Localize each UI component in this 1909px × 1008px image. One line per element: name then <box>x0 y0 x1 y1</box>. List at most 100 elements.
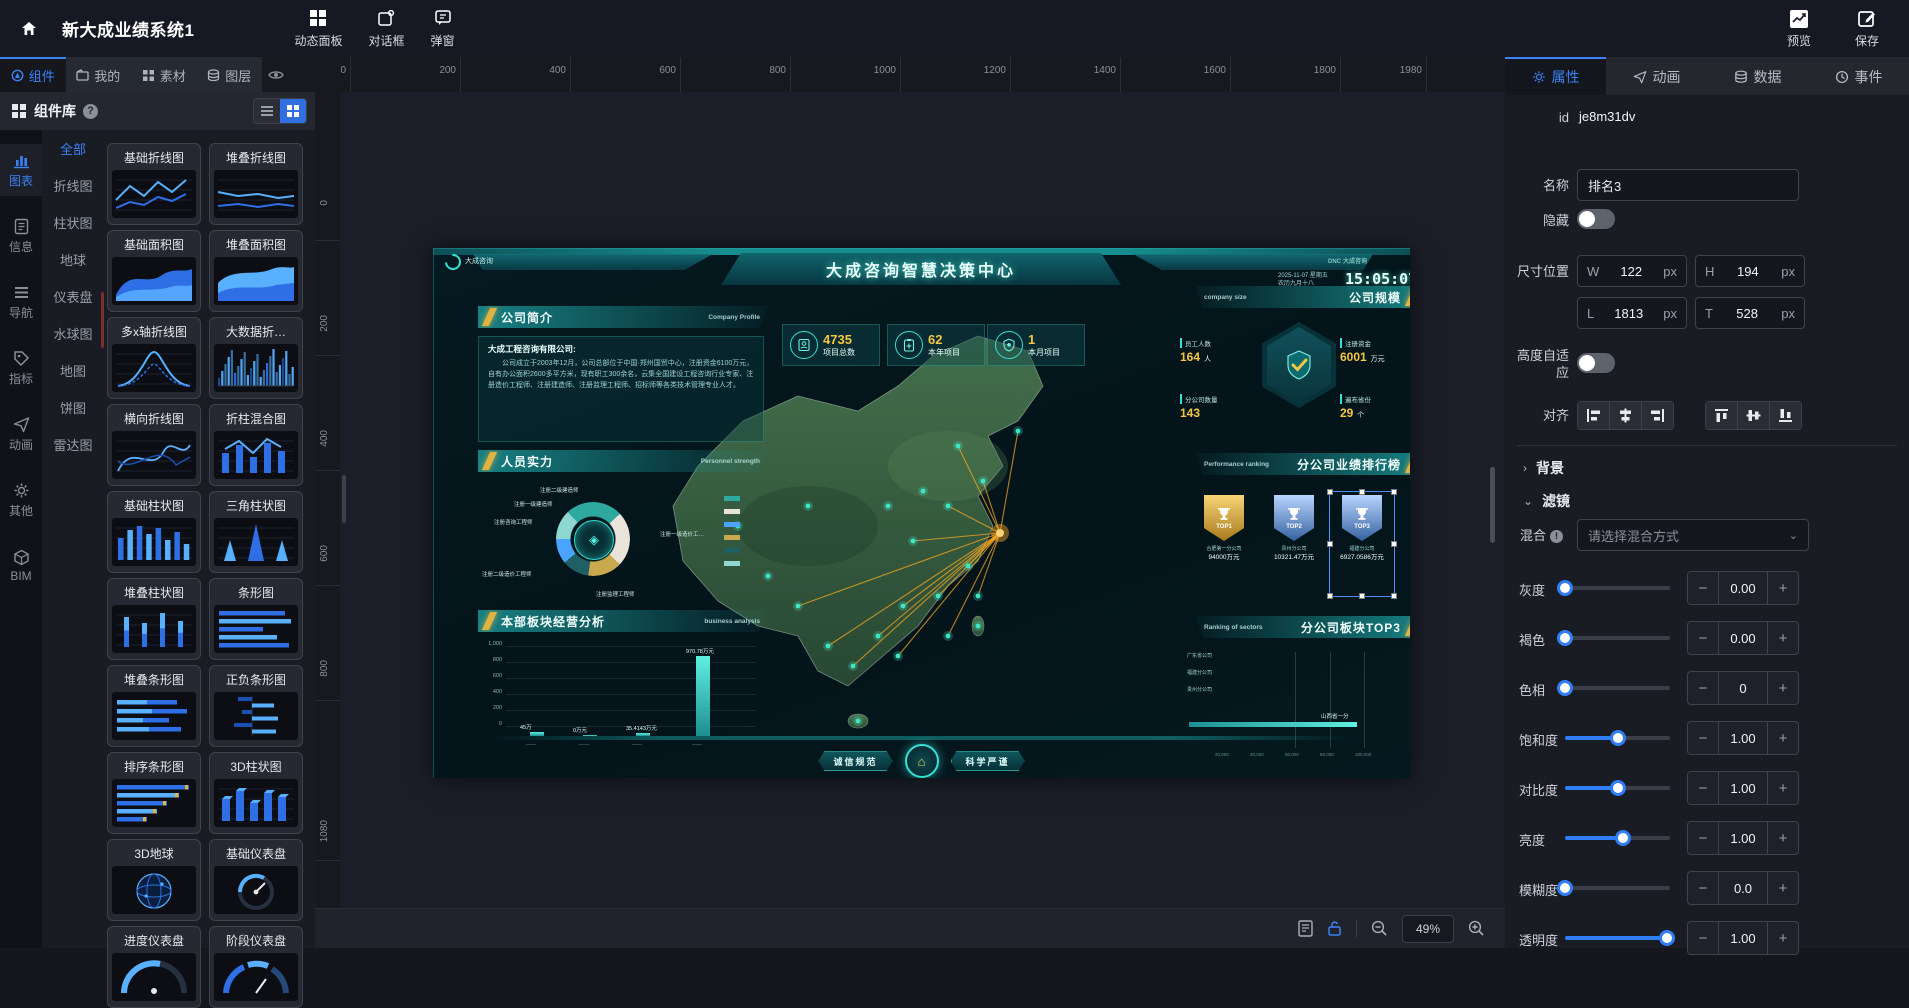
page-settings-icon[interactable] <box>1298 920 1313 937</box>
selection-handle[interactable] <box>1391 593 1397 599</box>
slider-track[interactable] <box>1565 936 1670 940</box>
rail-item-BIM[interactable]: BIM <box>0 540 42 592</box>
tab-组件[interactable]: 组件 <box>0 57 66 92</box>
stat-card[interactable]: 4735项目总数 <box>782 324 880 366</box>
panel-header-scale[interactable]: company size 公司规模 <box>1196 286 1410 308</box>
align-top-button[interactable] <box>1706 402 1738 429</box>
size-field-L[interactable]: L1813px <box>1577 297 1687 329</box>
rail-item-动画[interactable]: 动画 <box>0 408 42 460</box>
category-柱状图[interactable]: 柱状图 <box>42 204 104 241</box>
stepper-minus-button[interactable]: − <box>1688 622 1718 654</box>
slider-track[interactable] <box>1565 636 1670 640</box>
category-仪表盘[interactable]: 仪表盘 <box>42 278 104 315</box>
slider-thumb[interactable] <box>1557 880 1573 896</box>
slider-track[interactable] <box>1565 686 1670 690</box>
panel-header-business[interactable]: 本部板块经营分析 business analysis <box>478 610 768 632</box>
panel-header-personnel[interactable]: 人员实力 Personnel strength <box>478 450 768 472</box>
name-input[interactable]: 排名3 <box>1577 169 1799 201</box>
rail-item-导航[interactable]: 导航 <box>0 276 42 328</box>
stepper-plus-button[interactable]: + <box>1768 822 1798 854</box>
stepper-minus-button[interactable]: − <box>1688 722 1718 754</box>
zoom-level[interactable]: 49% <box>1402 915 1454 943</box>
action-save-edit[interactable]: 保存 <box>1855 9 1879 49</box>
component-card[interactable]: 基础折线图 <box>107 143 201 225</box>
ranking-card-TOP3[interactable]: TOP3福建分公司6927.0586万元 <box>1333 495 1391 591</box>
slider-track[interactable] <box>1565 586 1670 590</box>
company-scale-panel[interactable]: 员工人数164 人分公司数量143 注册资金6001 万元遍布省份29 个 <box>1180 314 1408 444</box>
slider-thumb[interactable] <box>1557 630 1573 646</box>
component-card[interactable]: 基础面积图 <box>107 230 201 312</box>
slider-thumb[interactable] <box>1615 830 1631 846</box>
component-card[interactable]: 大数据折… <box>209 317 303 399</box>
stepper-plus-button[interactable]: + <box>1768 722 1798 754</box>
selection-handle[interactable] <box>1327 593 1333 599</box>
category-饼图[interactable]: 饼图 <box>42 389 104 426</box>
component-card[interactable]: 基础仪表盘 <box>209 839 303 921</box>
stepper-plus-button[interactable]: + <box>1768 572 1798 604</box>
stepper-minus-button[interactable]: − <box>1688 772 1718 804</box>
size-field-T[interactable]: T528px <box>1695 297 1805 329</box>
toolbar-item[interactable]: 弹窗 <box>431 9 455 49</box>
panel-header-profile[interactable]: 公司简介 Company Profile <box>478 306 768 328</box>
list-view-button[interactable] <box>254 99 280 123</box>
tab-我的[interactable]: 我的 <box>66 57 132 92</box>
filter-section[interactable]: ⌄ 滤镜 <box>1523 491 1570 511</box>
align-center-h-button[interactable] <box>1610 402 1642 429</box>
category-地图[interactable]: 地图 <box>42 352 104 389</box>
editor-canvas[interactable]: 大成咨询智慧决策中心 大成咨询 DNC大成咨询 2025-11-07 星期五 农… <box>340 92 1505 908</box>
autoheight-toggle[interactable] <box>1577 353 1615 373</box>
canvas-scrollbar[interactable] <box>1490 467 1495 543</box>
toolbar-item[interactable]: 对话框 <box>368 9 404 49</box>
selection-handle[interactable] <box>1391 541 1397 547</box>
props-tab-事件[interactable]: 事件 <box>1808 57 1909 95</box>
background-section[interactable]: › 背景 <box>1523 458 1564 478</box>
stat-card[interactable]: 62本年项目 <box>887 324 985 366</box>
eye-icon[interactable] <box>268 67 284 83</box>
component-card[interactable]: 3D柱状图 <box>209 752 303 834</box>
help-icon[interactable]: ? <box>83 104 98 119</box>
tab-素材[interactable]: 素材 <box>131 57 197 92</box>
slider-track[interactable] <box>1565 886 1670 890</box>
component-card[interactable]: 正负条形图 <box>209 665 303 747</box>
ranking-card-TOP1[interactable]: TOP1合肥第一分公司94000万元 <box>1195 495 1253 591</box>
props-tab-动画[interactable]: 动画 <box>1606 57 1707 95</box>
component-card[interactable]: 折柱混合图 <box>209 404 303 486</box>
category-水球图[interactable]: 水球图 <box>42 315 104 352</box>
slider-track[interactable] <box>1565 836 1670 840</box>
stepper-minus-button[interactable]: − <box>1688 672 1718 704</box>
business-bar-chart[interactable]: 1,000800600400200045万——0万元——35.4143万元——9… <box>478 640 768 758</box>
stepper-plus-button[interactable]: + <box>1768 872 1798 904</box>
component-card[interactable]: 3D地球 <box>107 839 201 921</box>
company-profile-text[interactable]: 大成工程咨询有限公司: 公司成立于2003年12月，公司总部位于中国·郑州国贸中… <box>478 336 764 442</box>
slider-thumb[interactable] <box>1610 780 1626 796</box>
stepper-plus-button[interactable]: + <box>1768 622 1798 654</box>
canvas-scrollbar-left[interactable] <box>342 475 346 523</box>
personnel-donut-chart[interactable]: ◈ 注册二级建造师注册一级建造师注册咨询工程师注册二级造价工程师注册监理工程师注… <box>478 478 768 604</box>
size-field-W[interactable]: W122px <box>1577 255 1687 287</box>
category-折线图[interactable]: 折线图 <box>42 167 104 204</box>
ranking-card-TOP2[interactable]: TOP2贵州分公司10321.47万元 <box>1265 495 1323 591</box>
rail-item-信息[interactable]: 信息 <box>0 210 42 262</box>
props-tab-属性[interactable]: 属性 <box>1505 57 1606 95</box>
stepper-plus-button[interactable]: + <box>1768 672 1798 704</box>
component-card[interactable]: 基础柱状图 <box>107 491 201 573</box>
category-地球[interactable]: 地球 <box>42 241 104 278</box>
home-icon[interactable] <box>14 14 44 44</box>
slider-track[interactable] <box>1565 736 1670 740</box>
dashboard-header[interactable]: 大成咨询智慧决策中心 <box>721 253 1121 285</box>
rail-item-其他[interactable]: 其他 <box>0 474 42 526</box>
slider-thumb[interactable] <box>1610 730 1626 746</box>
component-card[interactable]: 多x轴折线图 <box>107 317 201 399</box>
tab-图层[interactable]: 图层 <box>197 57 263 92</box>
props-tab-数据[interactable]: 数据 <box>1707 57 1808 95</box>
component-card[interactable]: 排序条形图 <box>107 752 201 834</box>
slider-thumb[interactable] <box>1557 680 1573 696</box>
unlock-icon[interactable] <box>1327 920 1342 937</box>
blend-select[interactable]: 请选择混合方式 ⌄ <box>1577 519 1809 551</box>
toolbar-item[interactable]: 动态面板 <box>294 9 342 49</box>
rail-item-图表[interactable]: 图表 <box>0 144 42 196</box>
hide-toggle[interactable] <box>1577 209 1615 229</box>
panel-header-ranking[interactable]: Performance ranking 分公司业绩排行榜 <box>1196 453 1410 475</box>
stepper-minus-button[interactable]: − <box>1688 572 1718 604</box>
component-card[interactable]: 堆叠柱状图 <box>107 578 201 660</box>
